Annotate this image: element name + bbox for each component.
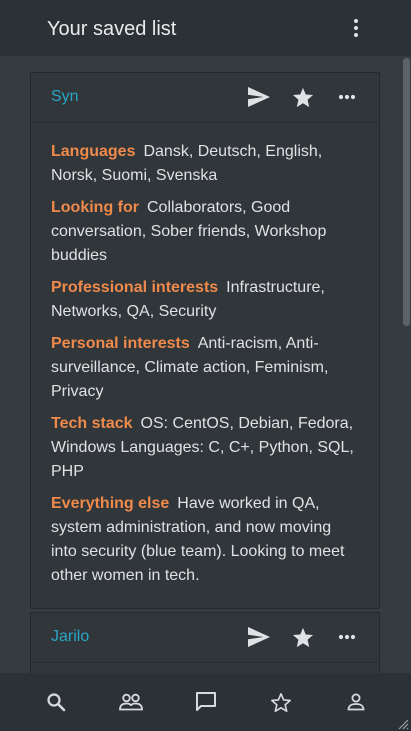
person-icon[interactable] [336,682,376,722]
app-root: Your saved list Syn Languages Dansk, Deu… [0,0,411,731]
star-icon[interactable] [291,625,315,649]
field-label: Personal interests [51,335,190,352]
field-label: Languages [51,143,136,160]
profile-field-everything-else: Everything else Have worked in QA, system… [51,492,359,588]
more-horizontal-icon[interactable] [335,85,359,109]
profile-name-link[interactable]: Jarilo [51,628,89,646]
top-app-bar: Your saved list [0,0,411,56]
saved-list[interactable]: Syn Languages Dansk, Deutsch, English, No… [0,56,411,673]
chat-icon[interactable] [186,682,226,722]
card-actions [247,85,359,109]
card-body: Languages Dansk, Deutsch, English, Norsk,… [31,123,379,608]
profile-field-languages: Languages Dansk, Deutsch, English, Norsk,… [51,140,359,188]
card-header: Syn [31,73,379,123]
send-icon[interactable] [247,625,271,649]
send-icon[interactable] [247,85,271,109]
profile-field-professional-interests: Professional interests Infrastructure, Ne… [51,276,359,324]
star-icon[interactable] [291,85,315,109]
profile-field-personal-interests: Personal interests Anti-racism, Anti-surv… [51,332,359,404]
search-icon[interactable] [36,682,76,722]
more-horizontal-icon[interactable] [335,625,359,649]
field-label: Everything else [51,495,170,512]
people-icon[interactable] [111,682,151,722]
field-label: Tech stack [51,415,133,432]
card-actions [247,625,359,649]
card-header: Jarilo [31,613,379,663]
page-title: Your saved list [47,18,177,40]
profile-field-tech-stack: Tech stack OS: CentOS, Debian, Fedora, Wi… [51,412,359,484]
more-vertical-icon[interactable] [345,17,367,39]
bottom-navigation [0,673,411,731]
profile-field-looking-for: Looking for Collaborators, Good conversat… [51,196,359,268]
star-outline-icon[interactable] [261,682,301,722]
resize-handle-icon[interactable] [397,717,409,730]
profile-card: Jarilo [30,612,380,673]
profile-name-link[interactable]: Syn [51,88,79,106]
field-label: Looking for [51,199,139,216]
profile-card: Syn Languages Dansk, Deutsch, English, No… [30,72,380,609]
scrollbar-thumb[interactable] [403,58,410,326]
field-label: Professional interests [51,279,219,296]
